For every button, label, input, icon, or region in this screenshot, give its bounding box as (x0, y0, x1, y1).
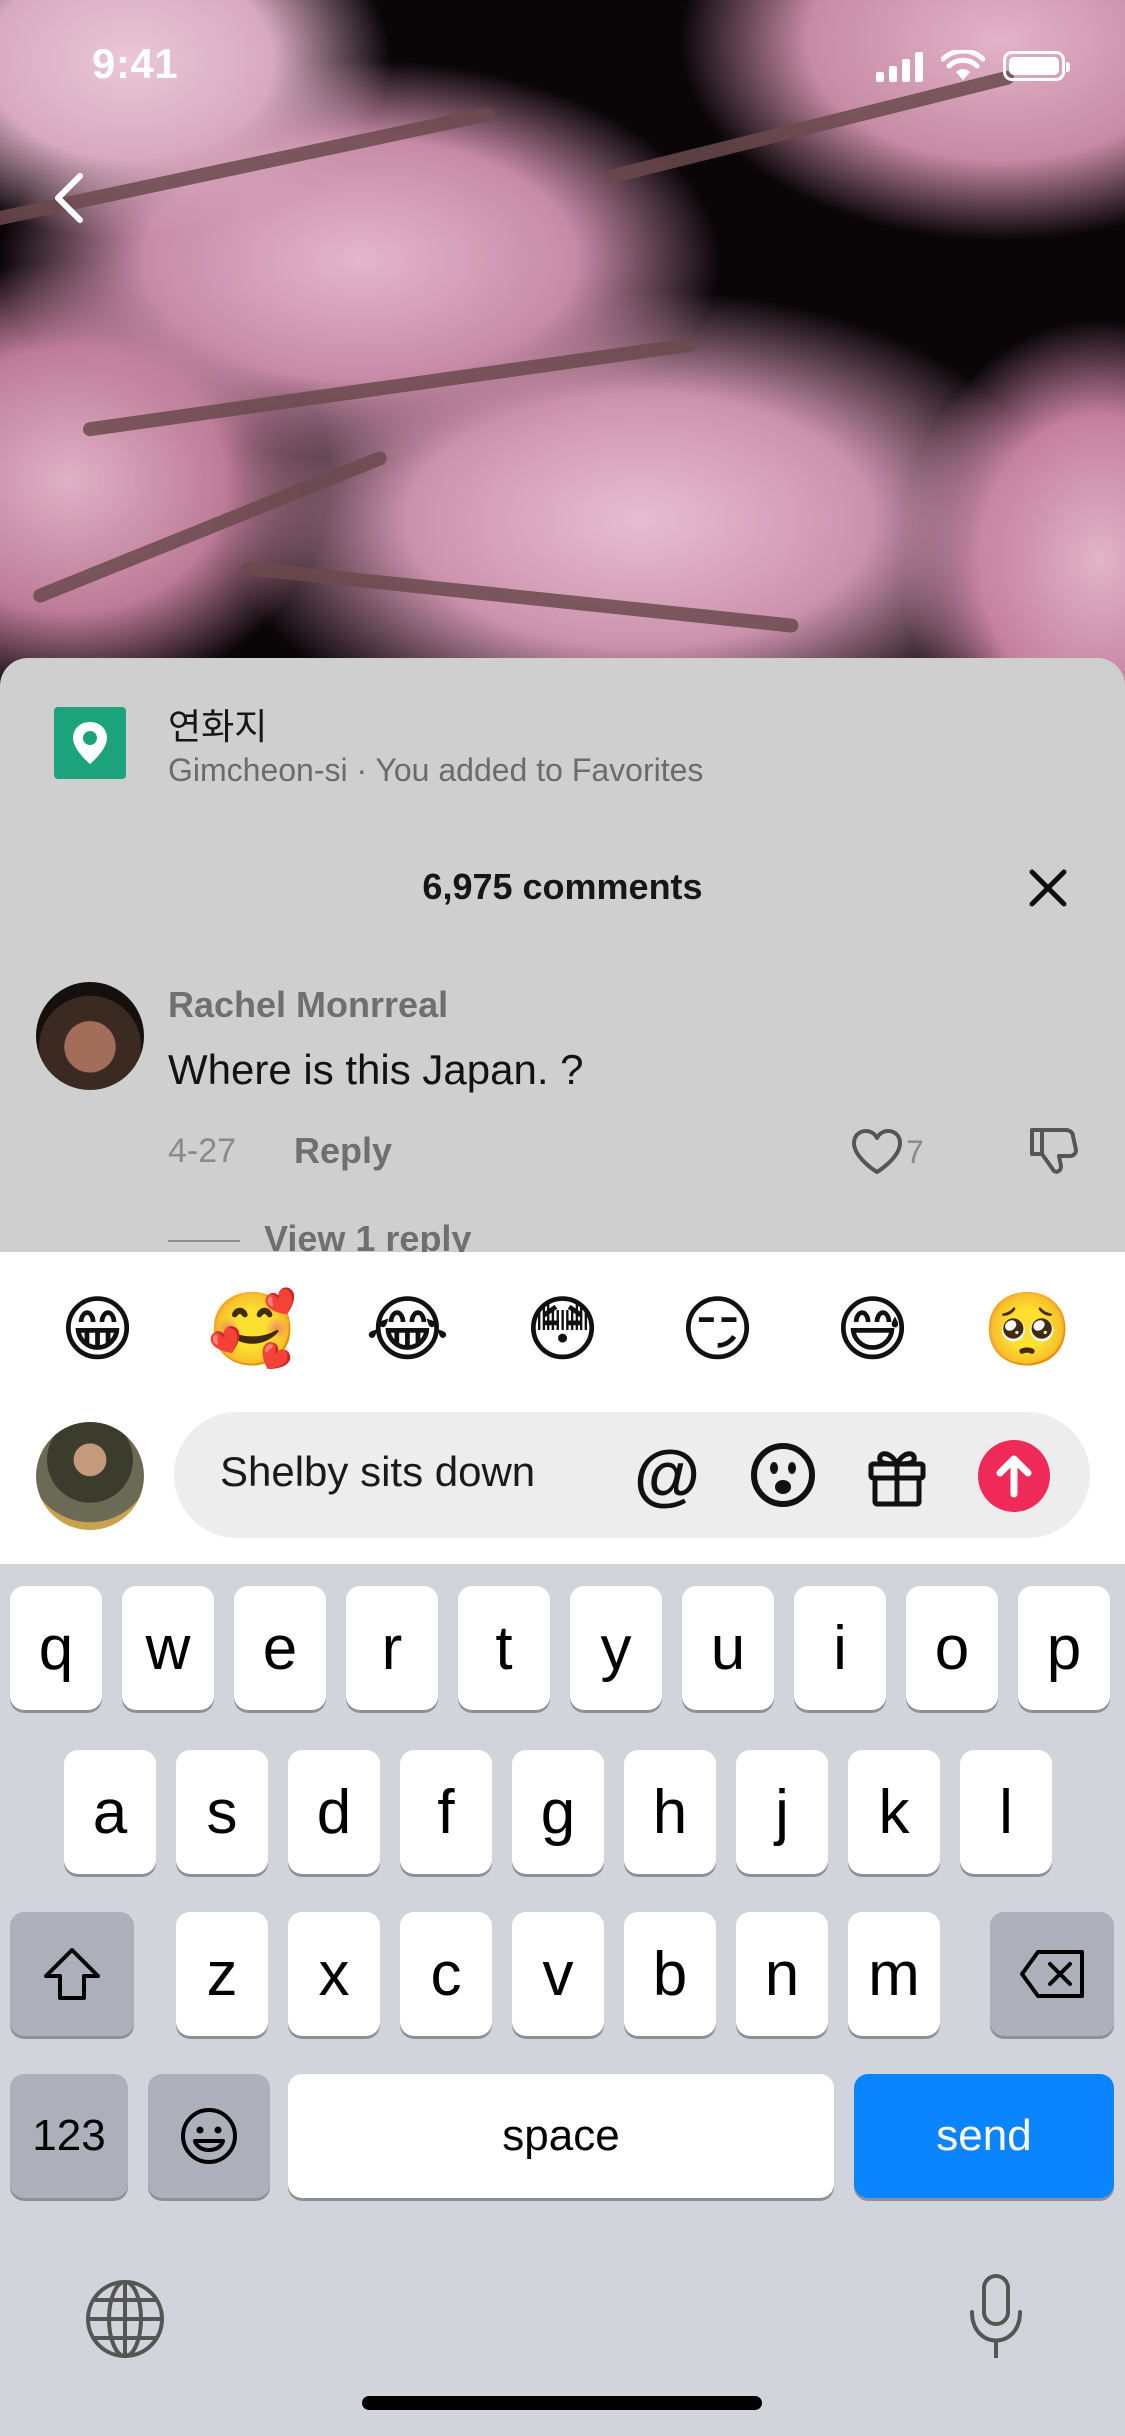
key-c[interactable]: c (400, 1912, 492, 2036)
shift-key[interactable] (10, 1912, 134, 2036)
backspace-icon (1020, 1950, 1084, 1998)
numbers-key[interactable]: 123 (10, 2074, 128, 2198)
divider-line (168, 1240, 240, 1243)
emoji-pleading[interactable]: 🥺 (983, 1290, 1073, 1370)
send-button[interactable] (978, 1440, 1050, 1512)
key-a[interactable]: a (64, 1750, 156, 1874)
home-indicator[interactable] (362, 2396, 762, 2410)
key-p[interactable]: p (1018, 1586, 1110, 1710)
key-b[interactable]: b (624, 1912, 716, 2036)
send-key[interactable]: send (854, 2074, 1114, 2198)
battery-icon (1003, 51, 1070, 81)
view-replies-link[interactable]: View 1 reply (168, 1218, 471, 1252)
location-pin-icon (54, 707, 126, 779)
emoji-sweat-smile[interactable]: 😅 (828, 1290, 918, 1370)
key-y[interactable]: y (570, 1586, 662, 1710)
view-replies-label: View 1 reply (264, 1218, 472, 1252)
close-icon[interactable] (1026, 866, 1070, 910)
key-m[interactable]: m (848, 1912, 940, 2036)
comment-author[interactable]: Rachel Monrreal (168, 984, 448, 1026)
key-r[interactable]: r (346, 1586, 438, 1710)
key-v[interactable]: v (512, 1912, 604, 2036)
cellular-signal-icon (876, 50, 923, 82)
status-icons (876, 50, 1070, 82)
emoji-joy[interactable]: 😂 (363, 1290, 453, 1370)
key-q[interactable]: q (10, 1586, 102, 1710)
emoji-face-icon[interactable] (748, 1440, 818, 1510)
comment-text: Where is this Japan. ? (168, 1046, 584, 1093)
avatar[interactable] (36, 982, 144, 1090)
microphone-icon[interactable] (966, 2272, 1026, 2362)
key-j[interactable]: j (736, 1750, 828, 1874)
emoji-keyboard-key[interactable] (148, 2074, 270, 2198)
comment-date: 4-27 (168, 1132, 237, 1170)
emoji-face-icon (181, 2108, 237, 2164)
emoji-grin[interactable]: 😁 (53, 1290, 143, 1370)
globe-icon[interactable] (84, 2278, 166, 2360)
current-user-avatar (36, 1422, 144, 1530)
arrow-up-icon (996, 1455, 1032, 1498)
shift-arrow-icon (44, 1948, 100, 2000)
keyboard: q w e r t y u i o p a s d f g h j k l z … (0, 1564, 1125, 2436)
key-e[interactable]: e (234, 1586, 326, 1710)
key-k[interactable]: k (848, 1750, 940, 1874)
key-x[interactable]: x (288, 1912, 380, 2036)
key-h[interactable]: h (624, 1750, 716, 1874)
key-s[interactable]: s (176, 1750, 268, 1874)
location-name[interactable]: 연화지 (168, 698, 267, 750)
heart-icon[interactable] (850, 1128, 904, 1176)
reply-button[interactable]: Reply (294, 1130, 392, 1172)
space-key[interactable]: space (288, 2074, 834, 2198)
key-f[interactable]: f (400, 1750, 492, 1874)
status-time: 9:41 (92, 40, 179, 87)
key-u[interactable]: u (682, 1586, 774, 1710)
key-n[interactable]: n (736, 1912, 828, 2036)
like-count: 7 (906, 1134, 924, 1170)
key-g[interactable]: g (512, 1750, 604, 1874)
key-d[interactable]: d (288, 1750, 380, 1874)
thumbs-down-icon[interactable] (1026, 1124, 1080, 1176)
key-t[interactable]: t (458, 1586, 550, 1710)
key-o[interactable]: o (906, 1586, 998, 1710)
mention-at-icon[interactable]: @ (632, 1440, 702, 1510)
back-chevron-icon[interactable] (46, 168, 96, 228)
key-w[interactable]: w (122, 1586, 214, 1710)
gift-icon[interactable] (862, 1440, 932, 1510)
key-i[interactable]: i (794, 1586, 886, 1710)
emoji-quick-bar: 😁 🥰 😂 😳 😏 😅 🥺 (0, 1290, 1125, 1370)
backspace-key[interactable] (990, 1912, 1114, 2036)
wifi-icon (941, 50, 985, 80)
location-subtitle: Gimcheon-si · You added to Favorites (168, 752, 704, 788)
emoji-flushed[interactable]: 😳 (518, 1290, 608, 1370)
key-z[interactable]: z (176, 1912, 268, 2036)
comment-input-value[interactable]: Shelby sits down (220, 1448, 535, 1496)
background-photo (0, 0, 1125, 700)
emoji-smirk[interactable]: 😏 (673, 1290, 763, 1370)
emoji-hearts-face[interactable]: 🥰 (208, 1290, 298, 1370)
comments-count-title: 6,975 comments (422, 866, 703, 907)
key-l[interactable]: l (960, 1750, 1052, 1874)
